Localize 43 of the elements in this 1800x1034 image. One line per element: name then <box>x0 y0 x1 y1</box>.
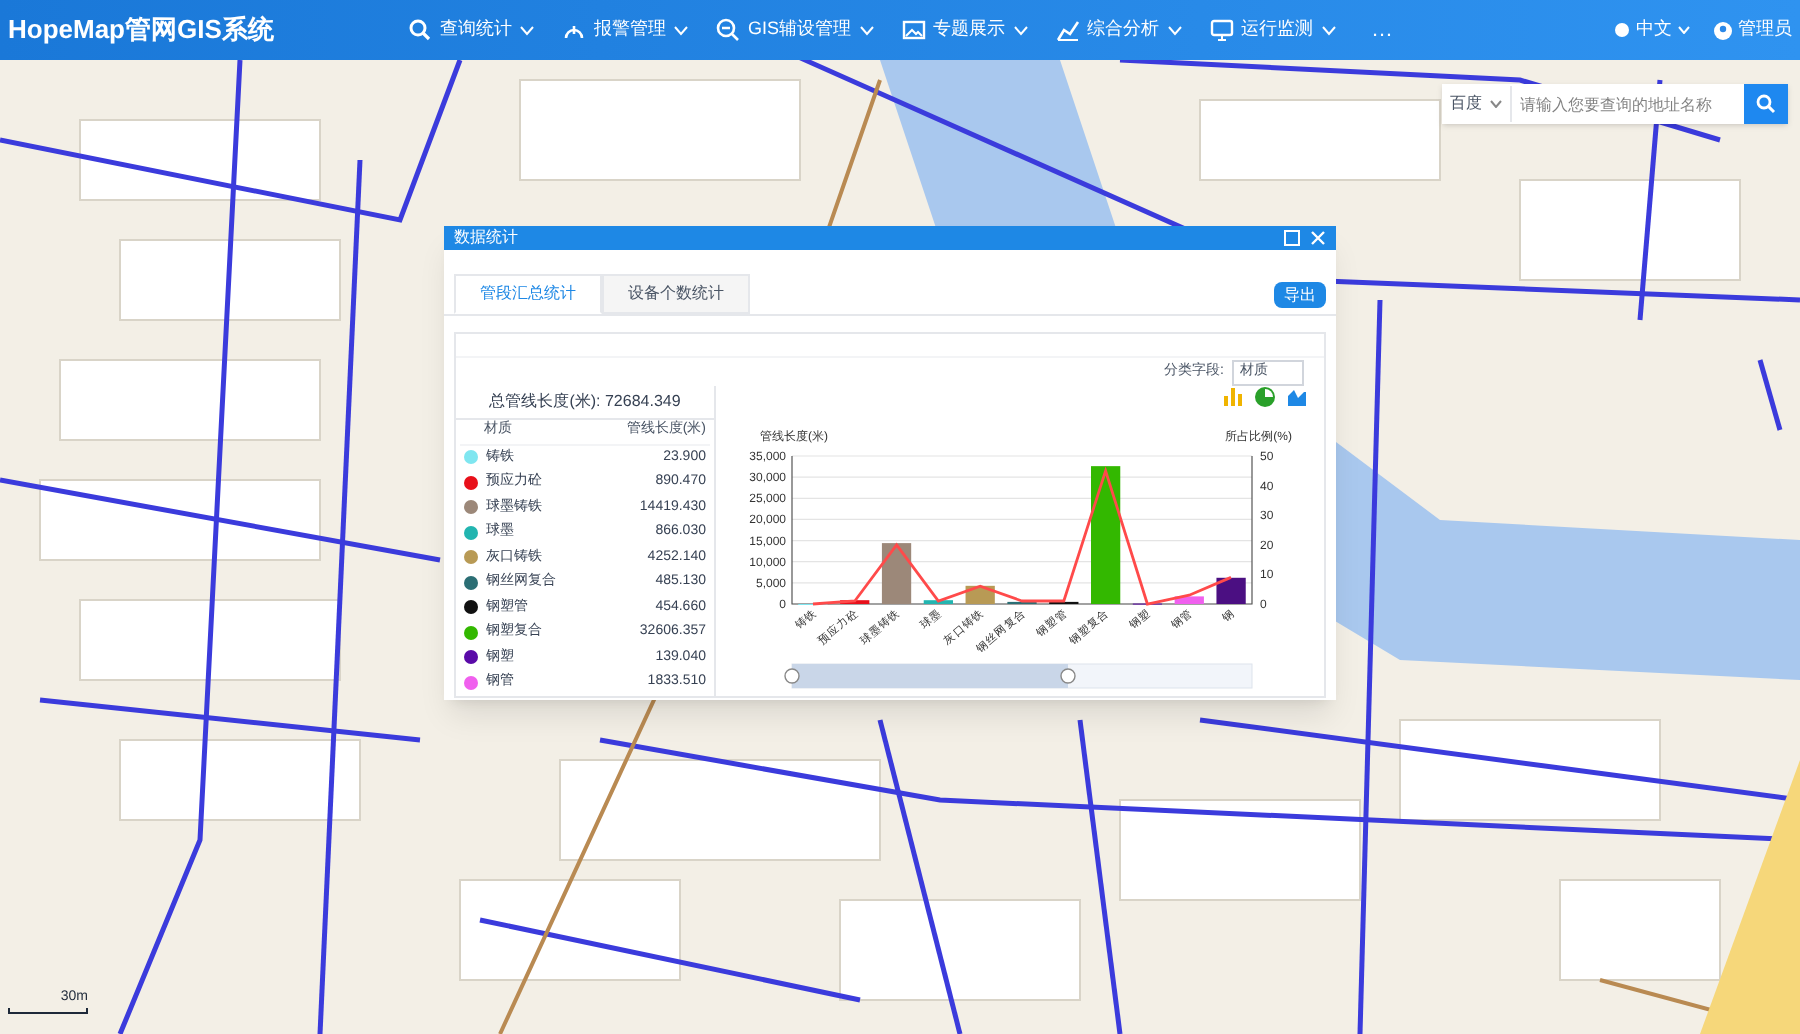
maximize-icon[interactable] <box>1284 230 1300 246</box>
menu-item[interactable]: GIS辅设管理 <box>716 16 874 44</box>
caret-icon <box>674 25 688 35</box>
close-icon[interactable] <box>1310 230 1326 246</box>
menu-item[interactable]: 运行监测 <box>1209 16 1336 44</box>
caret-icon <box>1167 25 1182 35</box>
user-menu[interactable]: 管理员 <box>1714 16 1792 44</box>
zoom-slider[interactable] <box>784 662 1253 688</box>
search-icon <box>1756 94 1776 114</box>
bar <box>881 542 912 603</box>
caret-icon <box>1321 25 1336 35</box>
menu-item[interactable]: 综合分析 <box>1055 16 1182 44</box>
tab[interactable]: 设备个数统计 <box>602 274 750 314</box>
pie-chart-icon[interactable] <box>1254 385 1276 407</box>
monitor-icon <box>1209 18 1234 42</box>
search-button[interactable] <box>1744 84 1788 124</box>
menu-item[interactable]: 专题展示 <box>901 16 1028 44</box>
app-logo: HopeMap管网GIS系统 <box>8 12 276 49</box>
user-icon <box>1714 21 1732 39</box>
line-chart-icon <box>1055 18 1080 42</box>
caret-icon <box>859 25 874 35</box>
dialog-title: 数据统计 <box>454 226 520 250</box>
total-length: 总管线长度(米): 72684.349 <box>456 385 714 419</box>
area-chart-icon[interactable] <box>1286 385 1308 407</box>
caret-icon <box>520 25 534 35</box>
menu-item[interactable]: 查询统计 <box>408 16 534 44</box>
magnifier-icon <box>716 18 740 42</box>
export-button[interactable]: 导出 <box>1274 282 1326 308</box>
language-button[interactable]: 中文 <box>1614 16 1690 44</box>
bar <box>1091 465 1121 603</box>
picture-icon <box>901 18 926 42</box>
scale-bar <box>8 1008 88 1014</box>
caret-icon <box>1013 25 1028 35</box>
source-dropdown[interactable]: 百度 <box>1442 92 1510 116</box>
bar <box>1174 595 1204 603</box>
more-button[interactable]: … <box>1371 13 1394 47</box>
menu-item[interactable]: 报警管理 <box>562 16 688 44</box>
bar-chart-icon[interactable] <box>1222 385 1244 407</box>
bar <box>1216 576 1246 603</box>
search-icon <box>408 18 432 42</box>
tab[interactable]: 管段汇总统计 <box>454 274 602 314</box>
caret-icon <box>1678 26 1690 34</box>
caret-icon <box>1490 100 1502 108</box>
